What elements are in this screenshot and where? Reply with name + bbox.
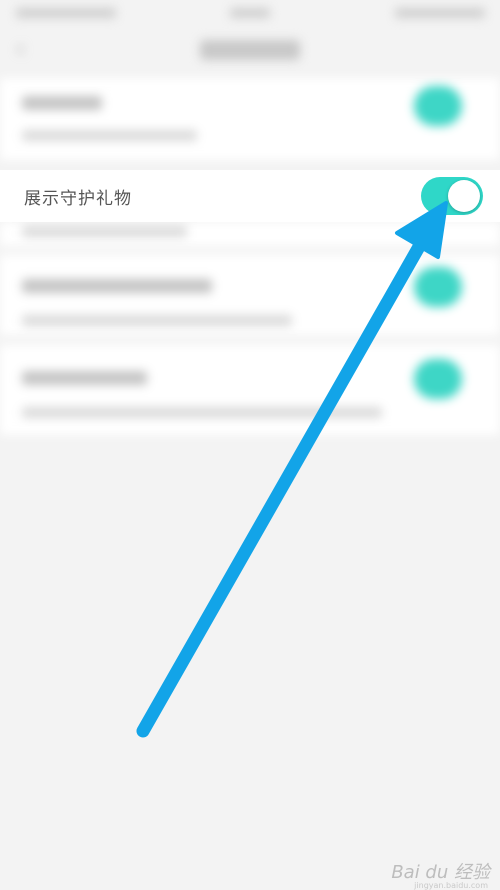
setting-desc-row-blurred xyxy=(0,222,500,246)
blurred-background: ‹ xyxy=(0,0,500,890)
toggle-blurred xyxy=(414,359,462,399)
page-title xyxy=(200,40,300,60)
setting-desc-blurred xyxy=(22,407,382,418)
toggle-knob[interactable] xyxy=(448,180,480,212)
show-guard-gift-toggle[interactable] xyxy=(421,177,483,215)
setting-desc-blurred xyxy=(22,226,187,237)
setting-title-blurred xyxy=(22,96,102,110)
nav-bar: ‹ xyxy=(0,28,500,74)
setting-row-blurred xyxy=(0,78,500,160)
toggle-blurred xyxy=(414,86,462,126)
status-bar xyxy=(0,0,500,28)
setting-title-blurred xyxy=(22,279,212,293)
setting-title-blurred xyxy=(22,371,147,385)
back-arrow-icon[interactable]: ‹ xyxy=(16,39,28,61)
setting-desc-blurred xyxy=(22,315,292,326)
status-bar-left xyxy=(16,8,116,18)
setting-label: 展示守护礼物 xyxy=(24,189,132,209)
settings-screen: ‹ 展示守护礼物 Bai du 经验 jingyan.baidu.com xyxy=(0,0,500,890)
status-bar-time xyxy=(230,8,270,18)
setting-row-blurred xyxy=(0,345,500,435)
setting-row-blurred xyxy=(0,255,500,335)
toggle-blurred xyxy=(414,267,462,307)
setting-desc-blurred xyxy=(22,130,197,141)
status-bar-right xyxy=(395,8,485,18)
watermark-url: jingyan.baidu.com xyxy=(414,881,488,890)
